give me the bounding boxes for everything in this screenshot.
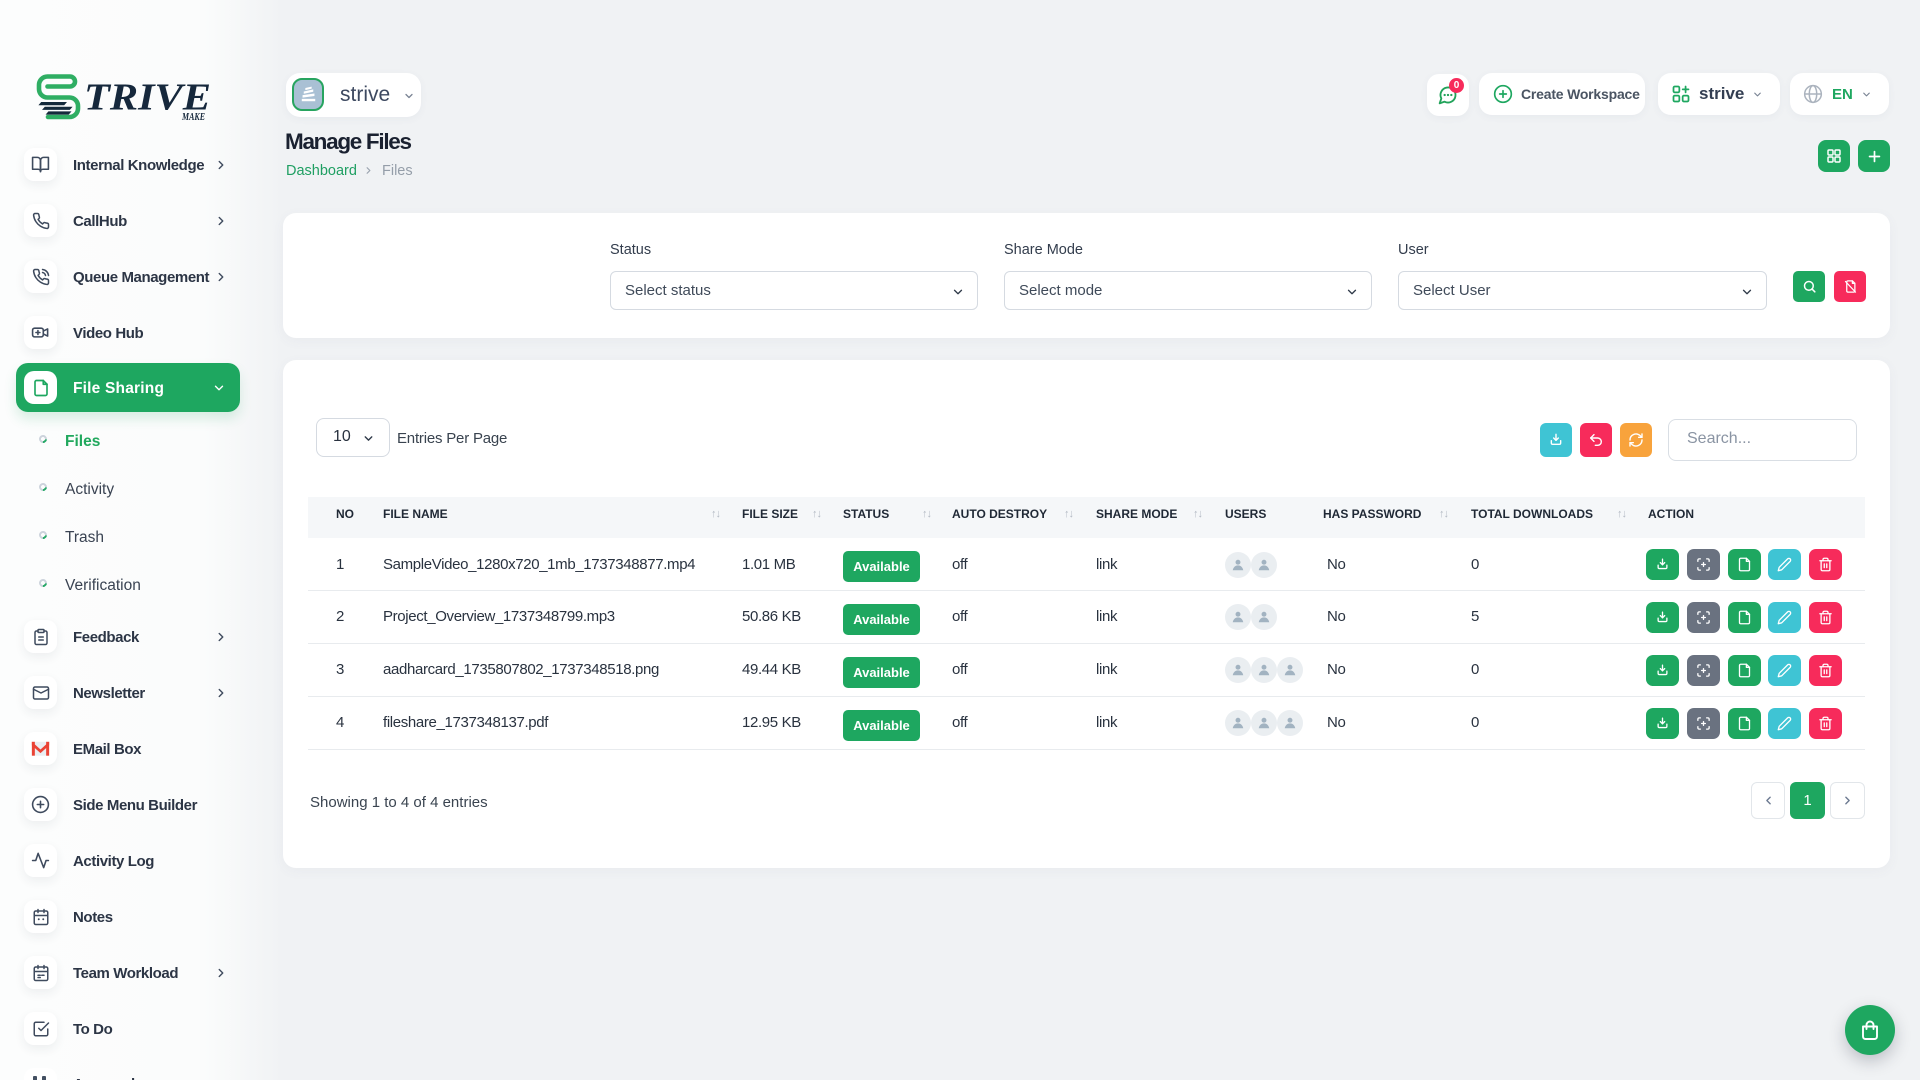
svg-text:MAKE: MAKE (181, 111, 205, 123)
